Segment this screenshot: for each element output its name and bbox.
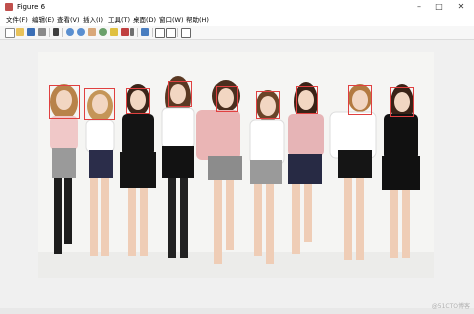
figure-toolbar: [0, 26, 474, 40]
pan-icon[interactable]: [88, 28, 96, 36]
face-box-2: [84, 88, 115, 120]
edit-plot-icon[interactable]: [53, 28, 59, 36]
menu-insert[interactable]: 插入(I): [83, 16, 103, 25]
face-box-5: [216, 86, 238, 112]
menu-view[interactable]: 查看(V): [57, 16, 80, 25]
menu-bar: 文件(F) 编辑(E) 查看(V) 插入(I) 工具(T) 桌面(D) 窗口(W…: [0, 14, 474, 26]
close-button[interactable]: ✕: [450, 0, 472, 14]
watermark: @51CTO博客: [431, 303, 470, 310]
figure-window: Figure 6 – □ ✕ 文件(F) 编辑(E) 查看(V) 插入(I) 工…: [0, 0, 474, 314]
face-box-7: [296, 86, 318, 114]
link-plot-icon[interactable]: [130, 28, 134, 36]
zoom-out-icon[interactable]: [77, 28, 85, 36]
brush-icon[interactable]: [121, 28, 129, 36]
image-axes: [38, 52, 434, 278]
face-box-3: [126, 88, 150, 114]
save-icon[interactable]: [27, 28, 35, 36]
rotate-3d-icon[interactable]: [99, 28, 107, 36]
hide-plot-tools-icon[interactable]: [166, 28, 176, 38]
insert-colorbar-icon[interactable]: [141, 28, 149, 36]
face-box-9: [390, 87, 414, 117]
menu-help[interactable]: 帮助(H): [186, 16, 209, 25]
insert-legend-icon[interactable]: [155, 28, 165, 38]
zoom-in-icon[interactable]: [66, 28, 74, 36]
face-box-6: [256, 91, 280, 119]
face-box-8: [348, 85, 372, 115]
menu-file[interactable]: 文件(F): [6, 16, 28, 25]
title-bar: Figure 6 – □ ✕: [0, 0, 474, 14]
matlab-figure-icon: [5, 3, 13, 11]
menu-tools[interactable]: 工具(T): [108, 16, 130, 25]
print-icon[interactable]: [38, 28, 46, 36]
minimize-button[interactable]: –: [408, 0, 430, 14]
new-figure-icon[interactable]: [5, 28, 15, 38]
maximize-button[interactable]: □: [428, 0, 450, 14]
data-cursor-icon[interactable]: [110, 28, 118, 36]
open-file-icon[interactable]: [16, 28, 24, 36]
menu-window[interactable]: 窗口(W): [159, 16, 184, 25]
window-title: Figure 6: [17, 3, 46, 11]
menu-edit[interactable]: 编辑(E): [32, 16, 54, 25]
face-box-4: [168, 81, 192, 107]
face-box-1: [49, 85, 80, 119]
show-plot-tools-icon[interactable]: [181, 28, 191, 38]
window-bottom-border: [0, 308, 474, 314]
menu-desktop[interactable]: 桌面(D): [133, 16, 156, 25]
